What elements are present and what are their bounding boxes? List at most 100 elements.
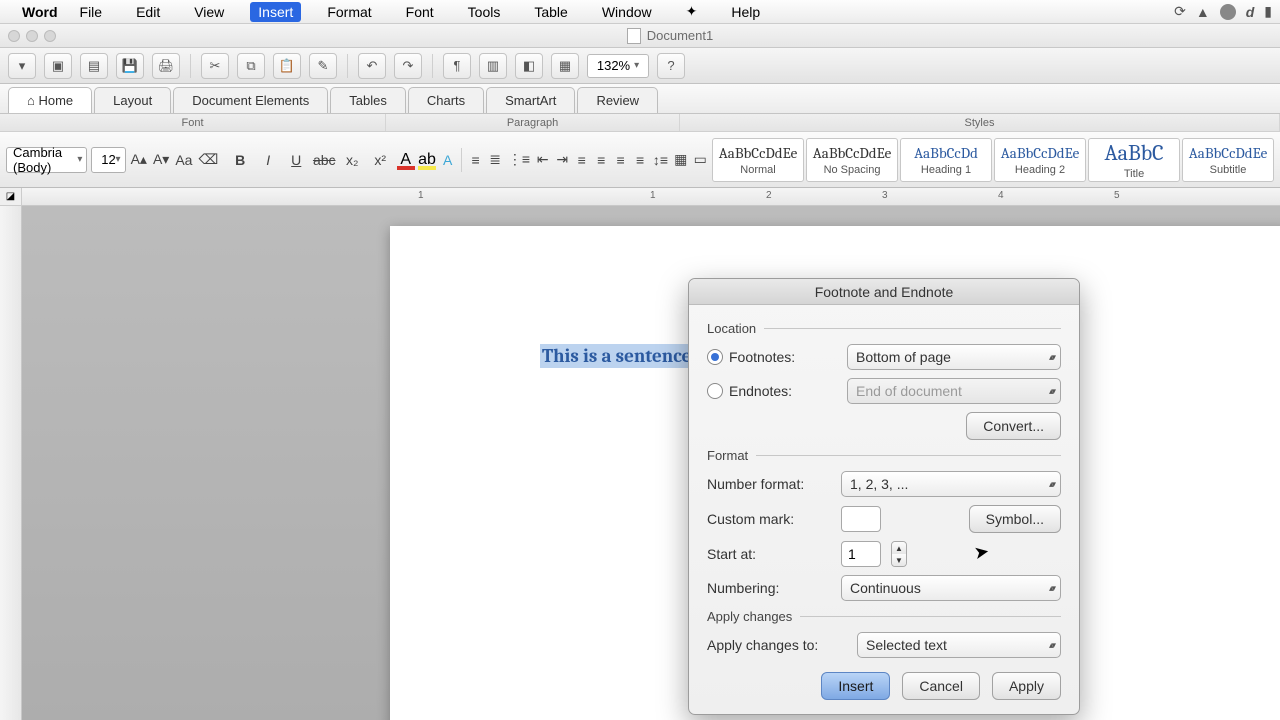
apply-changes-select[interactable]: Selected text bbox=[857, 632, 1061, 658]
cut-button[interactable]: ✂ bbox=[201, 53, 229, 79]
menu-view[interactable]: View bbox=[186, 2, 232, 22]
help-button[interactable]: ? bbox=[657, 53, 685, 79]
multilevel-button[interactable]: ⋮≡ bbox=[507, 147, 531, 173]
paste-button[interactable]: 📋 bbox=[273, 53, 301, 79]
zoom-select[interactable]: 132% bbox=[587, 54, 649, 78]
font-name-select[interactable]: Cambria (Body) bbox=[6, 147, 87, 173]
shrink-font-button[interactable]: A▾ bbox=[152, 147, 170, 173]
shading-button[interactable]: ▦ bbox=[673, 147, 688, 173]
highlight-button[interactable]: ab bbox=[418, 147, 436, 173]
tab-tables[interactable]: Tables bbox=[330, 87, 406, 113]
footnotes-location-select[interactable]: Bottom of page bbox=[847, 344, 1061, 370]
copy-button[interactable]: ⧉ bbox=[237, 53, 265, 79]
tab-layout[interactable]: Layout bbox=[94, 87, 171, 113]
align-left-button[interactable]: ≡ bbox=[574, 147, 589, 173]
style-normal[interactable]: AaBbCcDdEeNormal bbox=[712, 138, 804, 182]
text-effects-button[interactable]: A bbox=[440, 147, 455, 173]
close-window-button[interactable] bbox=[8, 30, 20, 42]
toolbox-button[interactable]: ▦ bbox=[551, 53, 579, 79]
columns-button[interactable]: ▥ bbox=[479, 53, 507, 79]
number-format-select[interactable]: 1, 2, 3, ... bbox=[841, 471, 1061, 497]
endnotes-location-select[interactable]: End of document bbox=[847, 378, 1061, 404]
style-heading-1[interactable]: AaBbCcDdHeading 1 bbox=[900, 138, 992, 182]
minimize-window-button[interactable] bbox=[26, 30, 38, 42]
cloud-icon[interactable]: ▲ bbox=[1196, 4, 1210, 20]
statusitem-icon[interactable] bbox=[1220, 4, 1236, 20]
show-marks-button[interactable]: ¶ bbox=[443, 53, 471, 79]
endnotes-label: Endnotes: bbox=[729, 383, 792, 399]
endnotes-radio[interactable] bbox=[707, 383, 723, 399]
menu-font[interactable]: Font bbox=[398, 2, 442, 22]
change-case-button[interactable]: Aa bbox=[174, 147, 193, 173]
menu-table[interactable]: Table bbox=[526, 2, 575, 22]
sync-icon[interactable]: ⟳ bbox=[1174, 3, 1186, 20]
style-subtitle[interactable]: AaBbCcDdEeSubtitle bbox=[1182, 138, 1274, 182]
vertical-ruler[interactable] bbox=[0, 206, 22, 720]
stepper-up-icon[interactable]: ▲ bbox=[892, 542, 906, 554]
convert-button[interactable]: Convert... bbox=[966, 412, 1061, 440]
apply-button[interactable]: Apply bbox=[992, 672, 1061, 700]
format-painter-button[interactable]: ✎ bbox=[309, 53, 337, 79]
menu-edit[interactable]: Edit bbox=[128, 2, 168, 22]
cancel-button[interactable]: Cancel bbox=[902, 672, 980, 700]
increase-indent-button[interactable]: ⇥ bbox=[554, 147, 569, 173]
numbering-select[interactable]: Continuous bbox=[841, 575, 1061, 601]
new-doc-button[interactable]: ▾ bbox=[8, 53, 36, 79]
underline-button[interactable]: U bbox=[283, 147, 309, 173]
undo-button[interactable]: ↶ bbox=[358, 53, 386, 79]
menu-window[interactable]: Window bbox=[594, 2, 660, 22]
menu-help[interactable]: Help bbox=[723, 2, 768, 22]
decrease-indent-button[interactable]: ⇤ bbox=[535, 147, 550, 173]
style-heading-2[interactable]: AaBbCcDdEeHeading 2 bbox=[994, 138, 1086, 182]
redo-button[interactable]: ↷ bbox=[394, 53, 422, 79]
align-center-button[interactable]: ≡ bbox=[593, 147, 608, 173]
save-button[interactable]: 💾 bbox=[116, 53, 144, 79]
style-no-spacing[interactable]: AaBbCcDdEeNo Spacing bbox=[806, 138, 898, 182]
style-title[interactable]: AaBbCTitle bbox=[1088, 138, 1180, 182]
menu-script-icon[interactable]: ✦ bbox=[678, 1, 706, 22]
menu-tools[interactable]: Tools bbox=[460, 2, 509, 22]
custom-mark-input[interactable] bbox=[841, 506, 881, 532]
start-at-stepper[interactable]: ▲▼ bbox=[891, 541, 907, 567]
strike-button[interactable]: abc bbox=[311, 147, 337, 173]
menu-format[interactable]: Format bbox=[319, 2, 379, 22]
menu-file[interactable]: File bbox=[72, 2, 111, 22]
numbering-label: Numbering: bbox=[707, 580, 831, 596]
tab-review[interactable]: Review bbox=[577, 87, 658, 113]
print-button[interactable]: 🖨 bbox=[152, 53, 180, 79]
zoom-window-button[interactable] bbox=[44, 30, 56, 42]
line-spacing-button[interactable]: ↕≡ bbox=[652, 147, 669, 173]
start-at-input[interactable] bbox=[841, 541, 881, 567]
app-name[interactable]: Word bbox=[22, 4, 58, 20]
insert-button[interactable]: Insert bbox=[821, 672, 890, 700]
numbering-button[interactable]: ≣ bbox=[487, 147, 502, 173]
document-text-selected[interactable]: This is a sentence. bbox=[540, 344, 698, 368]
tab-charts[interactable]: Charts bbox=[408, 87, 484, 113]
horizontal-ruler[interactable]: 1 1 2 3 4 5 bbox=[22, 188, 1280, 206]
statusitem2-icon[interactable]: d bbox=[1246, 4, 1255, 20]
bold-button[interactable]: B bbox=[227, 147, 253, 173]
italic-button[interactable]: I bbox=[255, 147, 281, 173]
tab-document-elements[interactable]: Document Elements bbox=[173, 87, 328, 113]
justify-button[interactable]: ≡ bbox=[632, 147, 647, 173]
clear-format-button[interactable]: ⌫ bbox=[197, 147, 219, 173]
superscript-button[interactable]: x² bbox=[367, 147, 393, 173]
stepper-down-icon[interactable]: ▼ bbox=[892, 554, 906, 566]
bullets-button[interactable]: ≡ bbox=[468, 147, 483, 173]
tab-home[interactable]: Home bbox=[8, 87, 92, 113]
open2-button[interactable]: ▤ bbox=[80, 53, 108, 79]
tab-smartart[interactable]: SmartArt bbox=[486, 87, 575, 113]
align-right-button[interactable]: ≡ bbox=[613, 147, 628, 173]
menu-insert[interactable]: Insert bbox=[250, 2, 301, 22]
battery-icon[interactable]: ▮ bbox=[1264, 3, 1272, 20]
open-button[interactable]: ▣ bbox=[44, 53, 72, 79]
footnotes-radio[interactable] bbox=[707, 349, 723, 365]
font-color-button[interactable]: A bbox=[397, 147, 414, 173]
font-name-value: Cambria (Body) bbox=[13, 145, 80, 175]
borders-button[interactable]: ▭ bbox=[692, 147, 707, 173]
grow-font-button[interactable]: A▴ bbox=[130, 147, 148, 173]
sidebar-button[interactable]: ◧ bbox=[515, 53, 543, 79]
symbol-button[interactable]: Symbol... bbox=[969, 505, 1061, 533]
font-size-select[interactable]: 12 bbox=[91, 147, 125, 173]
subscript-button[interactable]: x₂ bbox=[339, 147, 365, 173]
